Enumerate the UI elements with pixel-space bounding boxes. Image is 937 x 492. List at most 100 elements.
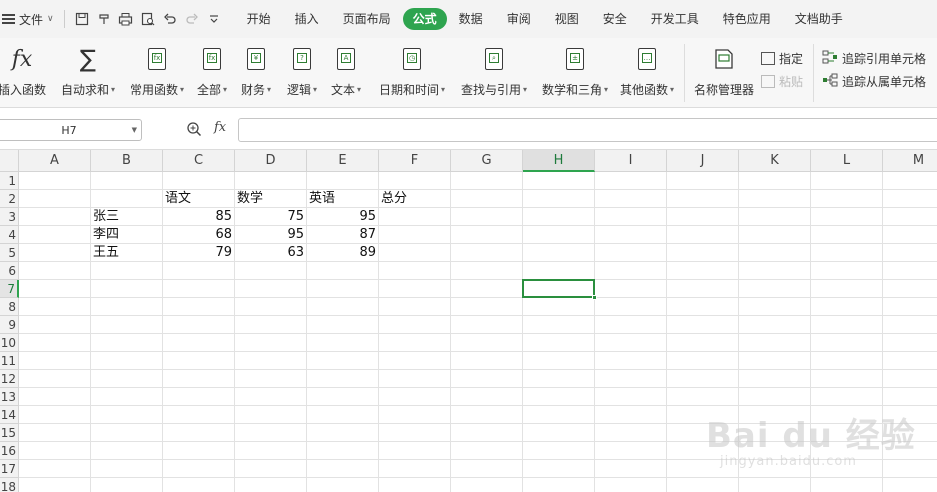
redo-icon[interactable]	[181, 8, 203, 30]
cell-M9[interactable]	[883, 316, 937, 334]
cell-H4[interactable]	[523, 226, 595, 244]
cell-K9[interactable]	[739, 316, 811, 334]
cell-D17[interactable]	[235, 460, 307, 478]
cell-K12[interactable]	[739, 370, 811, 388]
cell-L1[interactable]	[811, 172, 883, 190]
tab-data[interactable]: 数据	[447, 8, 495, 30]
row-header-3[interactable]: 3	[0, 208, 19, 226]
tab-doc-assistant[interactable]: 文档助手	[783, 8, 855, 30]
cell-L6[interactable]	[811, 262, 883, 280]
cell-F15[interactable]	[379, 424, 451, 442]
cell-C12[interactable]	[163, 370, 235, 388]
cell-H5[interactable]	[523, 244, 595, 262]
cell-G11[interactable]	[451, 352, 523, 370]
cell-C1[interactable]	[163, 172, 235, 190]
tab-formulas[interactable]: 公式	[402, 8, 447, 30]
cell-A18[interactable]	[19, 478, 91, 492]
cell-G7[interactable]	[451, 280, 523, 298]
row-header-16[interactable]: 16	[0, 442, 19, 460]
cell-H16[interactable]	[523, 442, 595, 460]
cell-E18[interactable]	[307, 478, 379, 492]
cell-H3[interactable]	[523, 208, 595, 226]
cell-K10[interactable]	[739, 334, 811, 352]
cell-I17[interactable]	[595, 460, 667, 478]
cell-C16[interactable]	[163, 442, 235, 460]
cell-M8[interactable]	[883, 298, 937, 316]
cell-G16[interactable]	[451, 442, 523, 460]
cell-F1[interactable]	[379, 172, 451, 190]
cell-B14[interactable]	[91, 406, 163, 424]
column-header-J[interactable]: J	[667, 150, 739, 172]
print-icon[interactable]	[115, 8, 137, 30]
cell-G13[interactable]	[451, 388, 523, 406]
datetime-button[interactable]: ◷ 日期和时间 ▾	[376, 38, 448, 107]
cell-F2[interactable]: 总分	[379, 190, 451, 208]
fill-handle[interactable]	[592, 295, 597, 300]
cell-C14[interactable]	[163, 406, 235, 424]
cell-H2[interactable]	[523, 190, 595, 208]
cell-F11[interactable]	[379, 352, 451, 370]
cell-B16[interactable]	[91, 442, 163, 460]
row-header-9[interactable]: 9	[0, 316, 19, 334]
cell-A2[interactable]	[19, 190, 91, 208]
tab-page-layout[interactable]: 页面布局	[331, 8, 403, 30]
cell-M4[interactable]	[883, 226, 937, 244]
cell-M10[interactable]	[883, 334, 937, 352]
column-header-L[interactable]: L	[811, 150, 883, 172]
select-all-corner[interactable]	[0, 150, 19, 172]
cell-E17[interactable]	[307, 460, 379, 478]
cell-J1[interactable]	[667, 172, 739, 190]
cell-I16[interactable]	[595, 442, 667, 460]
row-header-1[interactable]: 1	[0, 172, 19, 190]
cell-L5[interactable]	[811, 244, 883, 262]
cell-J6[interactable]	[667, 262, 739, 280]
cell-E3[interactable]: 95	[307, 208, 379, 226]
column-header-G[interactable]: G	[451, 150, 523, 172]
cell-B6[interactable]	[91, 262, 163, 280]
cell-A13[interactable]	[19, 388, 91, 406]
cell-J2[interactable]	[667, 190, 739, 208]
cell-F17[interactable]	[379, 460, 451, 478]
cell-J8[interactable]	[667, 298, 739, 316]
cell-E10[interactable]	[307, 334, 379, 352]
cell-I12[interactable]	[595, 370, 667, 388]
cell-A11[interactable]	[19, 352, 91, 370]
cell-E13[interactable]	[307, 388, 379, 406]
file-menu[interactable]: 文件 ∨	[0, 0, 58, 38]
cell-D18[interactable]	[235, 478, 307, 492]
cell-B11[interactable]	[91, 352, 163, 370]
cell-B12[interactable]	[91, 370, 163, 388]
cell-G5[interactable]	[451, 244, 523, 262]
cell-F14[interactable]	[379, 406, 451, 424]
financial-button[interactable]: ¥ 财务 ▾	[238, 38, 274, 107]
cell-I1[interactable]	[595, 172, 667, 190]
cell-G14[interactable]	[451, 406, 523, 424]
autosum-button[interactable]: ∑ 自动求和 ▾	[58, 38, 118, 107]
cell-F5[interactable]	[379, 244, 451, 262]
row-header-7[interactable]: 7	[0, 280, 19, 298]
cell-E9[interactable]	[307, 316, 379, 334]
cell-E7[interactable]	[307, 280, 379, 298]
column-header-H[interactable]: H	[523, 150, 595, 172]
column-header-I[interactable]: I	[595, 150, 667, 172]
cell-L9[interactable]	[811, 316, 883, 334]
cell-K3[interactable]	[739, 208, 811, 226]
logical-button[interactable]: ? 逻辑 ▾	[284, 38, 320, 107]
tab-review[interactable]: 审阅	[495, 8, 543, 30]
zoom-search-icon[interactable]	[186, 121, 202, 140]
cell-E5[interactable]: 89	[307, 244, 379, 262]
cell-M2[interactable]	[883, 190, 937, 208]
cell-M11[interactable]	[883, 352, 937, 370]
cell-F10[interactable]	[379, 334, 451, 352]
row-header-13[interactable]: 13	[0, 388, 19, 406]
cell-I3[interactable]	[595, 208, 667, 226]
cell-K6[interactable]	[739, 262, 811, 280]
cell-K11[interactable]	[739, 352, 811, 370]
active-cell-H7[interactable]	[522, 279, 595, 298]
cell-H6[interactable]	[523, 262, 595, 280]
trace-precedents-button[interactable]: 追踪引用单元格	[822, 50, 926, 67]
cell-L4[interactable]	[811, 226, 883, 244]
cell-F8[interactable]	[379, 298, 451, 316]
row-header-10[interactable]: 10	[0, 334, 19, 352]
cell-C17[interactable]	[163, 460, 235, 478]
